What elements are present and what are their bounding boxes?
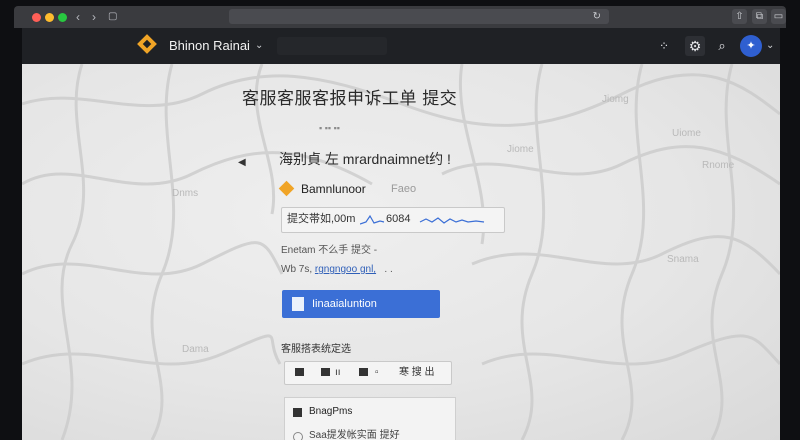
comment-icon[interactable] xyxy=(295,368,304,376)
chevron-down-icon[interactable]: ⌄ xyxy=(255,37,263,55)
toolbar-item[interactable]: 寒 搜 出 xyxy=(399,366,435,380)
link-prefix: Wb 7s, xyxy=(281,264,313,275)
main-content: Jiomg Uiome Jiome Rnome Dnms Snama Dama … xyxy=(22,64,780,440)
primary-button-label: Iinaaialuntion xyxy=(312,298,377,310)
search-icon[interactable]: ⌕ xyxy=(712,36,732,56)
toolbar-text: ıı xyxy=(335,367,341,378)
share-icon[interactable]: ⇧ xyxy=(732,9,747,24)
forward-icon[interactable]: › xyxy=(92,9,96,25)
reload-icon[interactable]: ↻ xyxy=(593,9,601,24)
watermark: Dnms xyxy=(172,188,199,199)
watermark: Jiomg xyxy=(602,94,629,105)
collapse-caret-icon[interactable]: ◀ xyxy=(238,157,246,169)
brand-row: Bamnlunoor Faeo xyxy=(278,180,501,198)
avatar[interactable]: ✦ xyxy=(740,35,762,57)
workspace-logo-icon xyxy=(137,34,157,54)
tab-icon[interactable]: ▢ xyxy=(108,9,117,25)
metric-label: 提交帯如,00m xyxy=(287,213,356,225)
watermark: Dama xyxy=(182,344,209,355)
watermark: Uiome xyxy=(672,128,701,139)
maximize-window-icon[interactable] xyxy=(58,13,67,22)
card-title: BnagPms xyxy=(309,406,353,417)
address-bar[interactable]: ↻ xyxy=(229,9,609,24)
browser-toolbar: ‹ › ▢ ↻ ⇧ ⧉ ▭ xyxy=(14,6,786,28)
header-tab[interactable] xyxy=(277,37,387,55)
metric-field[interactable]: 提交帯如,00m 6084 xyxy=(281,207,505,233)
field-label: Enetam 不么手 提交 - xyxy=(281,245,378,256)
section-heading: 海别貞 左 mrardnaimnet约 ! xyxy=(279,151,451,167)
link-row: Wb 7s, rgngngoo gnl, . . xyxy=(281,263,393,277)
screen: ‹ › ▢ ↻ ⇧ ⧉ ▭ Bhinon Rainai ⌄ ⁘ ⚙ ⌕ ✦ ⌄ xyxy=(0,0,800,440)
brand-name: Bamnlunoor xyxy=(301,182,366,196)
radio-button[interactable] xyxy=(293,432,303,440)
sidebar-icon[interactable]: ▭ xyxy=(771,9,786,24)
new-tab-icon[interactable]: ⧉ xyxy=(752,9,767,24)
page-title: 客服客服客报申诉工单 提交 xyxy=(242,89,458,108)
sparkline-icon xyxy=(360,214,485,225)
metric-value: 6084 xyxy=(386,213,411,225)
close-window-icon[interactable] xyxy=(32,13,41,22)
watermark: Rnome xyxy=(702,160,735,171)
link[interactable]: rgngngoo gnl, xyxy=(315,264,376,275)
image-icon[interactable] xyxy=(359,368,368,376)
chevron-down-icon[interactable]: ⌄ xyxy=(766,37,774,55)
brand-logo-icon xyxy=(278,180,295,197)
toolbar: ıı ▫ 寒 搜 出 xyxy=(284,361,452,385)
primary-button[interactable]: Iinaaialuntion xyxy=(282,290,440,318)
workspace-name[interactable]: Bhinon Rainai xyxy=(169,37,250,55)
option-card[interactable]: BnagPms Saa提发帐实面 提好 xyxy=(284,397,456,440)
link-icon[interactable] xyxy=(321,368,330,376)
document-icon xyxy=(292,297,304,311)
lock-icon xyxy=(293,408,302,417)
watermark: Jiome xyxy=(507,144,534,155)
activity-icon[interactable]: ⁘ xyxy=(654,36,674,56)
card-subtitle: Saa提发帐实面 提好 xyxy=(309,430,400,440)
watermark: Snama xyxy=(667,254,699,265)
minimize-window-icon[interactable] xyxy=(45,13,54,22)
toolbar-text: ▫ xyxy=(375,367,379,378)
app-header: Bhinon Rainai ⌄ ⁘ ⚙ ⌕ ✦ ⌄ xyxy=(22,28,780,64)
section-title: 客服搭表统定选 xyxy=(281,344,351,355)
back-icon[interactable]: ‹ xyxy=(76,9,80,25)
gear-icon[interactable]: ⚙ xyxy=(685,36,705,56)
link-suffix: . . xyxy=(378,264,393,275)
brand-tag: Faeo xyxy=(391,183,417,195)
page-subtitle: ▪ ▪▪ ▪▪ xyxy=(319,123,340,133)
